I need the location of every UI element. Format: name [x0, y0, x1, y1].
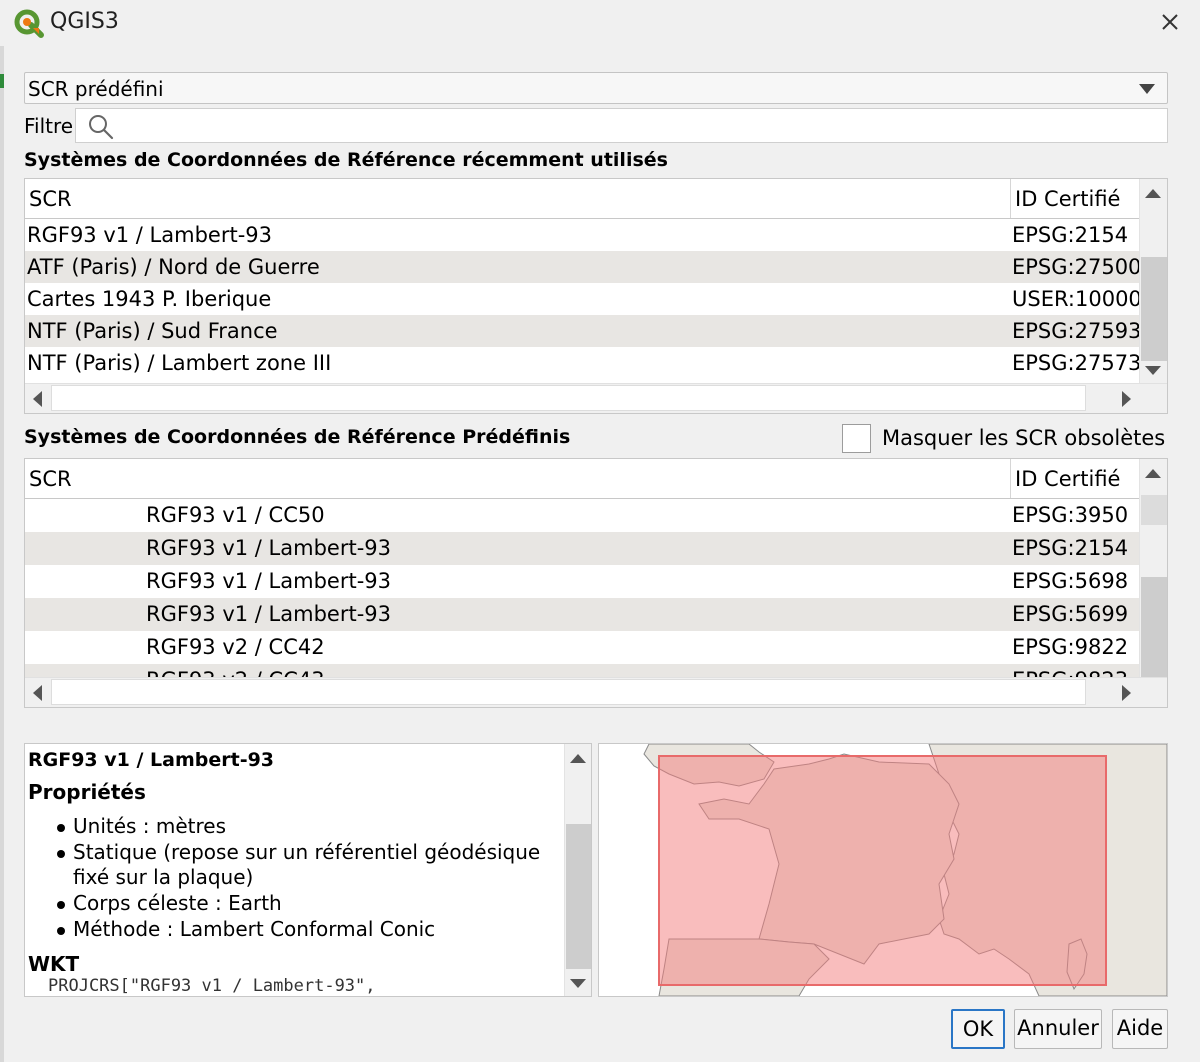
column-header-id[interactable]: ID Certifié — [1010, 179, 1140, 218]
crs-type-dropdown[interactable]: SCR prédéfini — [24, 72, 1168, 104]
table-row[interactable]: RGF93 v1 / Lambert-93 EPSG:2154 — [25, 532, 1140, 565]
property-item: Statique (repose sur un référentiel géod… — [55, 840, 565, 890]
search-icon — [89, 115, 114, 140]
window-left-edge — [0, 46, 4, 1062]
crs-id-cell: EPSG:27593 — [1012, 319, 1140, 343]
column-header-scr[interactable]: SCR — [29, 187, 72, 211]
predefined-crs-list: RGF93 v1 / CC50 EPSG:3950 RGF93 v1 / Lambe… — [25, 499, 1140, 707]
extent-map-canvas — [599, 744, 1167, 996]
filter-label: Filtre — [24, 114, 74, 138]
scroll-corner — [1141, 384, 1167, 413]
recent-crs-list: RGF93 v1 / Lambert-93 EPSG:2154 ATF (Paris… — [25, 219, 1140, 385]
scroll-up-icon[interactable] — [1145, 189, 1161, 198]
property-item: Méthode : Lambert Conformal Conic — [55, 917, 565, 942]
ok-button[interactable]: OK — [951, 1009, 1005, 1049]
help-button[interactable]: Aide — [1112, 1009, 1168, 1049]
scroll-down-icon[interactable] — [570, 979, 586, 988]
window-title: QGIS3 — [50, 9, 119, 34]
scroll-right-icon[interactable] — [1122, 391, 1131, 407]
table-row[interactable]: RGF93 v1 / CC50 EPSG:3950 — [25, 499, 1140, 532]
crs-id-cell: USER:100005 — [1012, 287, 1140, 311]
scroll-corner — [1141, 678, 1167, 707]
recent-crs-table: SCR ID Certifié RGF93 v1 / Lambert-93 EPS… — [24, 178, 1168, 414]
crs-name-cell: NTF (Paris) / Sud France — [27, 319, 278, 343]
crs-details-panel: RGF93 v1 / Lambert-93 Propriétés Unités … — [24, 743, 592, 997]
crs-name-cell: RGF93 v1 / Lambert-93 — [146, 569, 391, 593]
table-row[interactable]: NTF (Paris) / Lambert zone III EPSG:27573 — [25, 347, 1140, 379]
crs-name-cell: RGF93 v1 / Lambert-93 — [146, 602, 391, 626]
property-item: Unités : mètres — [55, 814, 565, 839]
properties-list: Unités : mètres Statique (repose sur un … — [55, 814, 565, 943]
scroll-down-icon[interactable] — [1145, 366, 1161, 375]
scroll-up-icon[interactable] — [1145, 469, 1161, 478]
hide-deprecated-label[interactable]: Masquer les SCR obsolètes — [882, 426, 1165, 450]
crs-id-cell: EPSG:3950 — [1012, 503, 1129, 527]
scrollbar-track-segment — [1141, 495, 1167, 525]
scroll-left-icon[interactable] — [33, 685, 42, 701]
scroll-up-icon[interactable] — [570, 754, 586, 763]
table-row[interactable]: RGF93 v1 / Lambert-93 EPSG:2154 — [25, 219, 1140, 251]
crs-id-cell: EPSG:2154 — [1012, 536, 1129, 560]
horizontal-scrollbar[interactable] — [25, 677, 1167, 707]
crs-name-cell: RGF93 v1 / Lambert-93 — [146, 536, 391, 560]
table-header: SCR ID Certifié — [25, 459, 1140, 499]
selected-crs-name: RGF93 v1 / Lambert-93 — [28, 749, 275, 771]
recent-crs-title: Systèmes de Coordonnées de Référence réc… — [24, 149, 668, 171]
crs-id-cell: EPSG:2154 — [1012, 223, 1129, 247]
crs-extent-map[interactable] — [598, 743, 1168, 997]
crs-id-cell: EPSG:5699 — [1012, 602, 1129, 626]
table-row[interactable]: RGF93 v1 / Lambert-93 EPSG:5699 — [25, 598, 1140, 631]
predefined-crs-table: SCR ID Certifié RGF93 v1 / CC50 EPSG:3950… — [24, 458, 1168, 708]
vertical-scrollbar[interactable] — [1139, 459, 1167, 707]
cancel-button[interactable]: Annuler — [1014, 1009, 1102, 1049]
close-icon[interactable] — [1158, 10, 1182, 34]
property-item: Corps céleste : Earth — [55, 891, 565, 916]
crs-id-cell: EPSG:9822 — [1012, 635, 1129, 659]
vertical-scrollbar[interactable] — [564, 744, 591, 996]
crs-id-cell: EPSG:27500 — [1012, 255, 1140, 279]
title-bar: QGIS3 — [0, 0, 1200, 46]
vertical-scrollbar[interactable] — [1139, 179, 1167, 385]
table-header: SCR ID Certifié — [25, 179, 1140, 219]
extent-rectangle — [658, 755, 1107, 986]
crs-type-value: SCR prédéfini — [28, 77, 164, 101]
crs-name-cell: NTF (Paris) / Lambert zone III — [27, 351, 332, 375]
filter-input[interactable] — [75, 108, 1168, 143]
hide-deprecated-checkbox[interactable] — [842, 424, 871, 453]
column-header-scr[interactable]: SCR — [29, 467, 72, 491]
crs-name-cell: Cartes 1943 P. Iberique — [27, 287, 272, 311]
scrollbar-thumb[interactable] — [566, 824, 591, 969]
wkt-heading: WKT — [28, 952, 80, 976]
table-row[interactable]: RGF93 v2 / CC42 EPSG:9822 — [25, 631, 1140, 664]
chevron-down-icon — [1139, 84, 1155, 94]
scrollbar-thumb[interactable] — [1141, 257, 1167, 361]
horizontal-scrollbar[interactable] — [25, 383, 1167, 413]
qgis-logo-icon — [14, 9, 44, 38]
scrollbar-thumb[interactable] — [51, 679, 1086, 705]
table-row[interactable]: Cartes 1943 P. Iberique USER:100005 — [25, 283, 1140, 315]
table-row[interactable]: NTF (Paris) / Sud France EPSG:27593 — [25, 315, 1140, 347]
crs-name-cell: ATF (Paris) / Nord de Guerre — [27, 255, 320, 279]
window-edge-accent — [0, 74, 4, 88]
crs-id-cell: EPSG:5698 — [1012, 569, 1129, 593]
crs-name-cell: RGF93 v2 / CC42 — [146, 635, 325, 659]
crs-name-cell: RGF93 v1 / CC50 — [146, 503, 325, 527]
scroll-right-icon[interactable] — [1122, 685, 1131, 701]
table-row[interactable]: ATF (Paris) / Nord de Guerre EPSG:27500 — [25, 251, 1140, 283]
table-row[interactable]: RGF93 v1 / Lambert-93 EPSG:5698 — [25, 565, 1140, 598]
scrollbar-thumb[interactable] — [51, 385, 1086, 411]
wkt-code: PROJCRS["RGF93 v1 / Lambert-93", — [48, 976, 376, 996]
crs-name-cell: RGF93 v1 / Lambert-93 — [27, 223, 272, 247]
predefined-crs-title: Systèmes de Coordonnées de Référence Pré… — [24, 426, 571, 448]
scrollbar-thumb[interactable] — [1141, 577, 1167, 681]
column-header-id[interactable]: ID Certifié — [1010, 459, 1140, 498]
crs-id-cell: EPSG:27573 — [1012, 351, 1140, 375]
scroll-left-icon[interactable] — [33, 391, 42, 407]
properties-heading: Propriétés — [28, 780, 146, 804]
